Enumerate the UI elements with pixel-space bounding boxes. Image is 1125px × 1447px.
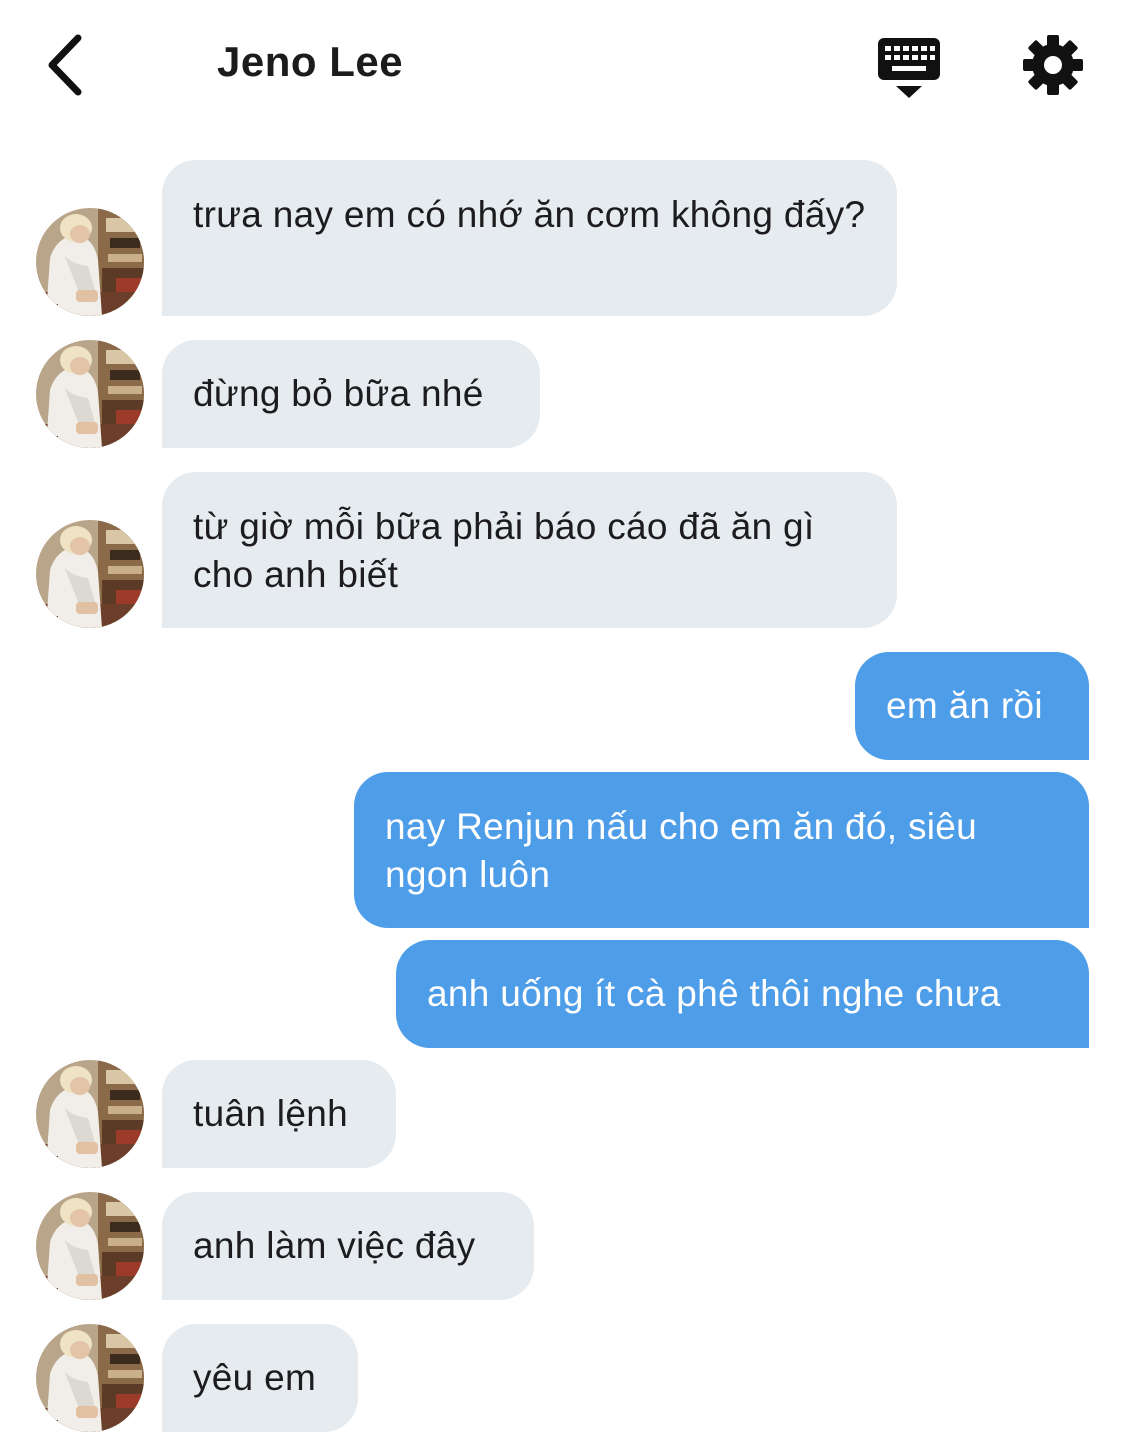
avatar[interactable] [36, 1060, 144, 1168]
avatar-photo [36, 340, 144, 448]
avatar-photo [36, 1060, 144, 1168]
message-bubble-incoming[interactable]: đừng bỏ bữa nhé [162, 340, 540, 448]
avatar-photo [36, 208, 144, 316]
message-bubble-outgoing[interactable]: nay Renjun nấu cho em ăn đó, siêu ngon l… [354, 772, 1089, 928]
message-bubble-incoming[interactable]: anh làm việc đây [162, 1192, 534, 1300]
chevron-left-icon [48, 34, 82, 96]
contact-name[interactable]: Jeno Lee [217, 38, 403, 86]
chat-header: Jeno Lee [0, 0, 1125, 130]
message-bubble-incoming[interactable]: từ giờ mỗi bữa phải báo cáo đã ăn gì cho… [162, 472, 897, 628]
avatar[interactable] [36, 1324, 144, 1432]
gear-icon [1023, 35, 1083, 95]
avatar-photo [36, 1192, 144, 1300]
message-bubble-incoming[interactable]: tuân lệnh [162, 1060, 396, 1168]
avatar[interactable] [36, 1192, 144, 1300]
avatar[interactable] [36, 208, 144, 316]
avatar[interactable] [36, 520, 144, 628]
avatar-photo [36, 1324, 144, 1432]
back-button[interactable] [40, 30, 100, 100]
message-bubble-incoming[interactable]: trưa nay em có nhớ ăn cơm không đấy? [162, 160, 897, 316]
keyboard-icon [878, 38, 940, 98]
settings-button[interactable] [1020, 32, 1086, 98]
message-bubble-incoming[interactable]: yêu em [162, 1324, 358, 1432]
keyboard-button[interactable] [876, 36, 942, 100]
message-bubble-outgoing[interactable]: anh uống ít cà phê thôi nghe chưa [396, 940, 1089, 1048]
avatar[interactable] [36, 340, 144, 448]
message-bubble-outgoing[interactable]: em ăn rồi [855, 652, 1089, 760]
avatar-photo [36, 520, 144, 628]
